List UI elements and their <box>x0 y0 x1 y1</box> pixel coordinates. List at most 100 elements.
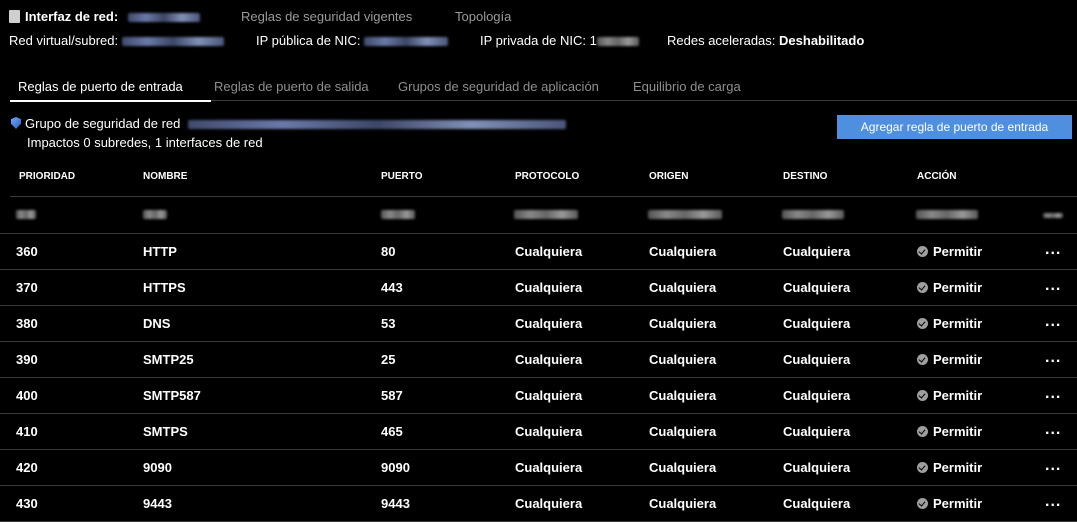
action-label: Permitir <box>933 352 983 367</box>
redacted-cell <box>648 210 722 219</box>
public-ip-value-redacted[interactable] <box>364 37 449 47</box>
nic-label: Interfaz de red: <box>25 9 119 24</box>
add-inbound-rule-button[interactable]: Agregar regla de puerto de entrada <box>837 115 1072 139</box>
cell-priority: 430 <box>16 496 38 511</box>
action-label: Permitir <box>933 388 983 403</box>
cell-priority: 380 <box>16 316 38 331</box>
action-label: Permitir <box>933 424 983 439</box>
accel-label: Redes aceleradas: <box>667 33 776 48</box>
active-tab-indicator <box>10 100 211 102</box>
redacted-cell <box>381 210 415 219</box>
more-options-icon[interactable]: ... <box>1045 349 1061 367</box>
col-header-source[interactable]: ORIGEN <box>649 171 688 182</box>
more-options-icon[interactable]: ... <box>1045 493 1061 511</box>
table-row[interactable]: 420 9090 9090 Cualquiera Cualquiera Cual… <box>0 449 1077 486</box>
cell-action: Permitir <box>917 244 982 259</box>
nic-name-redacted <box>127 13 200 23</box>
private-ip-info: IP privada de NIC: 1 <box>480 33 639 48</box>
cell-destination: Cualquiera <box>783 388 851 403</box>
tab-inbound-rules[interactable]: Reglas de puerto de entrada <box>18 79 183 94</box>
more-options-icon[interactable]: ... <box>1045 277 1061 295</box>
nsg-impact-text: Impactos 0 subredes, 1 interfaces de red <box>27 135 263 150</box>
cell-name: 9090 <box>143 460 172 475</box>
cell-source: Cualquiera <box>649 424 717 439</box>
topology-link[interactable]: Topología <box>455 9 511 24</box>
table-row[interactable]: 400 SMTP587 587 Cualquiera Cualquiera Cu… <box>0 377 1077 414</box>
cell-action: Permitir <box>917 280 982 295</box>
document-icon <box>9 10 20 23</box>
cell-port: 9443 <box>381 496 410 511</box>
col-header-action[interactable]: ACCIÓN <box>917 171 956 182</box>
cell-destination: Cualquiera <box>783 280 851 295</box>
cell-priority: 400 <box>16 388 38 403</box>
cell-destination: Cualquiera <box>783 244 851 259</box>
cell-destination: Cualquiera <box>783 424 851 439</box>
vnet-value-redacted[interactable] <box>121 37 224 47</box>
cell-port: 465 <box>381 424 403 439</box>
table-row[interactable]: 360 HTTP 80 Cualquiera Cualquiera Cualqu… <box>0 233 1077 270</box>
cell-priority: 410 <box>16 424 38 439</box>
redacted-cell <box>16 210 36 219</box>
nsg-info: Grupo de seguridad de red <box>11 116 567 131</box>
col-header-destination[interactable]: DESTINO <box>783 171 827 182</box>
cell-priority: 390 <box>16 352 38 367</box>
more-options-icon[interactable]: ... <box>1045 457 1061 475</box>
cell-name: SMTP25 <box>143 352 194 367</box>
more-options-icon[interactable]: ... <box>1045 313 1061 331</box>
check-circle-icon <box>917 354 928 365</box>
col-header-port[interactable]: PUERTO <box>381 171 423 182</box>
cell-source: Cualquiera <box>649 496 717 511</box>
redacted-cell <box>1043 213 1063 218</box>
action-label: Permitir <box>933 316 983 331</box>
col-header-priority[interactable]: PRIORIDAD <box>19 171 75 182</box>
table-row[interactable]: 380 DNS 53 Cualquiera Cualquiera Cualqui… <box>0 305 1077 342</box>
public-ip-info: IP pública de NIC: <box>256 33 449 48</box>
redacted-cell <box>143 210 167 219</box>
check-circle-icon <box>917 462 928 473</box>
vnet-info: Red virtual/subred: <box>9 33 224 48</box>
cell-source: Cualquiera <box>649 460 717 475</box>
check-circle-icon <box>917 426 928 437</box>
table-row[interactable]: 390 SMTP25 25 Cualquiera Cualquiera Cual… <box>0 341 1077 378</box>
cell-priority: 420 <box>16 460 38 475</box>
table-row[interactable]: 410 SMTPS 465 Cualquiera Cualquiera Cual… <box>0 413 1077 450</box>
more-options-icon[interactable]: ... <box>1045 241 1061 259</box>
cell-action: Permitir <box>917 352 982 367</box>
cell-action: Permitir <box>917 424 982 439</box>
shield-icon <box>11 117 21 129</box>
table-row[interactable]: 370 HTTPS 443 Cualquiera Cualquiera Cual… <box>0 269 1077 306</box>
cell-action: Permitir <box>917 388 982 403</box>
check-circle-icon <box>917 498 928 509</box>
cell-port: 80 <box>381 244 396 259</box>
private-ip-prefix: 1 <box>589 33 597 48</box>
action-label: Permitir <box>933 496 983 511</box>
cell-source: Cualquiera <box>649 280 717 295</box>
cell-source: Cualquiera <box>649 388 717 403</box>
cell-protocol: Cualquiera <box>515 244 583 259</box>
table-row[interactable]: 430 9443 9443 Cualquiera Cualquiera Cual… <box>0 485 1077 522</box>
more-options-icon[interactable]: ... <box>1045 385 1061 403</box>
col-header-protocol[interactable]: PROTOCOLO <box>515 171 579 182</box>
redacted-cell <box>514 210 578 219</box>
nsg-name-redacted[interactable] <box>188 120 567 130</box>
check-circle-icon <box>917 318 928 329</box>
vnet-label: Red virtual/subred: <box>9 33 119 48</box>
more-options-icon[interactable]: ... <box>1045 421 1061 439</box>
nsg-label: Grupo de seguridad de red <box>25 116 181 131</box>
cell-protocol: Cualquiera <box>515 352 583 367</box>
public-ip-label: IP pública de NIC: <box>256 33 361 48</box>
cell-name: HTTP <box>143 244 177 259</box>
cell-source: Cualquiera <box>649 316 717 331</box>
col-header-name[interactable]: NOMBRE <box>143 171 187 182</box>
tab-outbound-rules[interactable]: Reglas de puerto de salida <box>214 79 369 94</box>
tab-load-balancing[interactable]: Equilibrio de carga <box>633 79 741 94</box>
action-label: Permitir <box>933 244 983 259</box>
tab-application-security-groups[interactable]: Grupos de seguridad de aplicación <box>398 79 599 94</box>
security-rules-link[interactable]: Reglas de seguridad vigentes <box>241 9 412 24</box>
table-row-redacted[interactable] <box>0 197 1077 234</box>
cell-port: 53 <box>381 316 396 331</box>
action-label: Permitir <box>933 280 983 295</box>
cell-action: Permitir <box>917 496 982 511</box>
cell-destination: Cualquiera <box>783 316 851 331</box>
cell-name: SMTPS <box>143 424 188 439</box>
